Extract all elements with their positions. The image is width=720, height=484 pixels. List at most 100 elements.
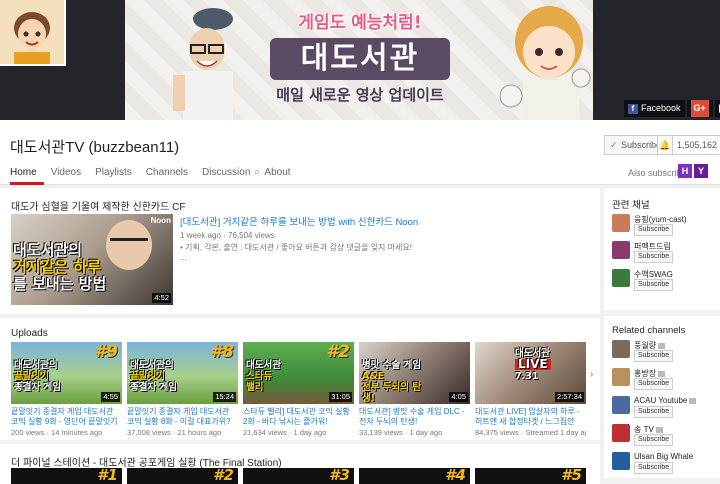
video-title[interactable]: 끝말잇기 종결자 게임 대도서관 코믹 실황 9화 - 영단어 끝말잇기로... [11,407,122,427]
avatar[interactable] [612,214,630,232]
channel-name[interactable]: Ulsan Big Whale [634,452,693,461]
video-title[interactable]: 스타듀 밸리] 대도서관 코믹 실황 2화 - 바다 낚시는 즐거워! [243,407,354,427]
channel-search-icon[interactable]: ⌕ [254,166,260,179]
featured-channel-item[interactable]: ACAU Youtube Subscribe [612,396,716,418]
notification-bell-icon[interactable]: 🔔 [657,135,673,155]
channel-tabs: Home Videos Playlists Channels Discussio… [10,167,305,185]
related-channel-item[interactable]: 수액SWAG Subscribe [612,269,716,291]
caption-line: 종결자 게임 [14,382,62,393]
avatar[interactable] [612,424,630,442]
subscribe-button[interactable]: Subscribe [634,251,674,263]
video-thumbnail[interactable]: #8 대도서관의 끝말잇기 종결자 게임 15:24 [127,342,238,404]
tab-home[interactable]: Home [10,167,44,185]
playlist-video-thumbnail[interactable]: #1 [11,468,122,484]
featured-video-info: [대도서관] 거지같은 하루를 보내는 방법 with 신한카드 Noon 1 … [180,214,580,262]
caption-line: 스타듀 [246,371,273,382]
subscribe-button[interactable]: Subscribe [634,406,674,418]
video-title[interactable]: 끝말잇기 종결자 게임 대도서관 코믹 실황 8화 - 이걸 대표가위? 노..… [127,407,238,427]
video-title[interactable]: 대도서관] 병맛 수술 게임 DLC - 전자 두뇌의 탄생! [359,407,470,427]
video-card[interactable]: 대도서관 LIVE 7.31 2:57:34 대도서관 LIVE] 암살자의 하… [475,342,586,437]
featured-video-description: • 기획, 각본, 출연 : 대도서관 / 좋아요 버튼과 감상 댓글을 잊지 … [180,243,412,252]
tab-discussion[interactable]: Discussion [202,167,257,185]
video-duration: 4:52 [152,293,171,303]
video-thumbnail[interactable]: 대도서관 LIVE 7.31 2:57:34 [475,342,586,404]
googleplus-link[interactable]: G+ [686,100,713,117]
channel-avatar[interactable] [0,0,66,66]
sidebar: 관련 채널 융핑(yum-cast) Subscribe 퍼펙트드림 Subsc… [604,188,720,478]
video-thumbnail[interactable]: 병맛 수술 게임 A&E 전부 두뇌의 탄생! 4:05 [359,342,470,404]
also-subscribed-channel-avatar[interactable]: H [678,164,692,178]
channel-name-text: 풍월량 [634,341,657,350]
caption-line: 거지같은 하루 [13,258,102,276]
tab-channels[interactable]: Channels [146,167,195,185]
also-subscribed-channel-avatar[interactable]: Y [694,164,708,178]
caption-line: 끝말잇기 [14,371,49,382]
avatar[interactable] [612,241,630,259]
avatar[interactable] [612,340,630,358]
featured-thumbnail-caption: 대도서관의 거지같은 하루 를 보내는 방법 [13,242,113,293]
related-channel-item[interactable]: 퍼펙트드림 Subscribe [612,241,716,263]
playlist-section-title[interactable]: 더 파이널 스테이션 - 대도서관 공포게임 실황 (The Final Sta… [11,454,282,469]
instagram-link[interactable] [714,100,720,117]
related-channel-item[interactable]: 융핑(yum-cast) Subscribe [612,214,716,236]
featured-video-thumbnail[interactable]: 대도서관의 거지같은 하루 를 보내는 방법 Noon 4:52 [11,214,173,305]
featured-video-title[interactable]: [대도서관] 거지같은 하루를 보내는 방법 with 신한카드 Noon [180,214,580,228]
channel-name[interactable]: ACAU Youtube [634,396,697,405]
avatar[interactable] [612,368,630,386]
shelf-next-arrow-icon[interactable]: › [590,369,593,380]
main-content: 대도가 심혈을 기울여 제작한 신한카드 CF 대도서관의 거지같은 하루 를 … [0,188,600,484]
caption-line: 대도서관 [246,360,281,371]
caption-line: 대도서관의 [130,360,174,371]
featured-channel-item[interactable]: 풍월량 Subscribe [612,340,716,362]
tab-videos[interactable]: Videos [51,167,88,185]
caption-line: 끝말잇기 [130,371,165,382]
subscribe-button[interactable]: Subscribe [634,462,674,474]
upload-age: 21 hours ago [177,428,222,437]
thumbnail-badge: Noon [150,216,171,225]
featured-section-title[interactable]: 대도가 심혈을 기울여 제작한 신한카드 CF [11,198,185,213]
avatar[interactable] [612,269,630,287]
banner-tagline: 게임도 예능처럼! [298,13,422,33]
playlist-video-thumbnail[interactable]: #5 [475,468,586,484]
video-card[interactable]: #8 대도서관의 끝말잇기 종결자 게임 15:24 끝말잇기 종결자 게임 대… [127,342,238,437]
featured-more[interactable]: ... [180,253,580,262]
thumbnail-caption: 병맛 수술 게임 A&E 전부 두뇌의 탄생! [362,360,432,404]
featured-channel-item[interactable]: 홍방장 Subscribe [612,368,716,390]
facebook-link[interactable]: f Facebook [624,100,685,117]
subscribe-button[interactable]: Subscribe [634,378,674,390]
video-title[interactable]: 대도서관 LIVE] 암살자의 하루 - 히트맨 새 합정타겟 / 느그집안 이… [475,407,586,427]
video-card[interactable]: 병맛 수술 게임 A&E 전부 두뇌의 탄생! 4:05 대도서관] 병맛 수술… [359,342,470,437]
banner-host-figure [173,8,233,120]
caption-line: 7.31 [515,371,539,382]
subscribe-button[interactable]: Subscribe [634,350,674,362]
channel-name-text: 송 TV [634,425,654,434]
uploads-section-title[interactable]: Uploads [11,328,48,339]
subscribe-button[interactable]: Subscribe [634,434,674,446]
video-thumbnail[interactable]: #9 대도서관의 끝말잇기 종결자 게임 4:55 [11,342,122,404]
playlist-video-thumbnail[interactable]: #4 [359,468,470,484]
video-meta: 33,139 views · 1 day ago [359,428,443,437]
tab-about[interactable]: About [264,167,297,185]
channel-name-text: ACAU Youtube [634,396,688,405]
featured-channel-item[interactable]: Ulsan Big Whale Subscribe [612,452,716,474]
thumbnail-caption: 대도서관 LIVE 7.31 [515,348,585,382]
subscribe-button[interactable]: Subscribe [634,279,674,291]
playlist-video-thumbnail[interactable]: #3 [243,468,354,484]
video-card[interactable]: #9 대도서관의 끝말잇기 종결자 게임 4:55 끝말잇기 종결자 게임 대도… [11,342,122,437]
tab-playlists[interactable]: Playlists [95,167,139,185]
playlist-video-thumbnail[interactable]: #2 [127,468,238,484]
googleplus-icon: G+ [690,100,709,117]
avatar[interactable] [612,452,630,470]
video-thumbnail[interactable]: #2 대도서관 스타듀 밸리 31:05 [243,342,354,404]
featured-channel-item[interactable]: 송 TV Subscribe [612,424,716,446]
avatar[interactable] [612,396,630,414]
video-card[interactable]: #2 대도서관 스타듀 밸리 31:05 스타듀 밸리] 대도서관 코믹 실황 … [243,342,354,437]
related-title: 관련 채널 [612,200,650,211]
uploads-shelf: #9 대도서관의 끝말잇기 종결자 게임 4:55 끝말잇기 종결자 게임 대도… [11,342,586,437]
episode-number: #1 [97,468,118,484]
facebook-icon: f [628,103,638,114]
caption-line: 종결자 게임 [130,382,178,393]
subscribe-button[interactable]: Subscribe [634,224,674,236]
episode-number: #5 [561,468,582,484]
featured-video-section: 대도가 심혈을 기울여 제작한 신한카드 CF 대도서관의 거지같은 하루 를 … [0,188,600,314]
